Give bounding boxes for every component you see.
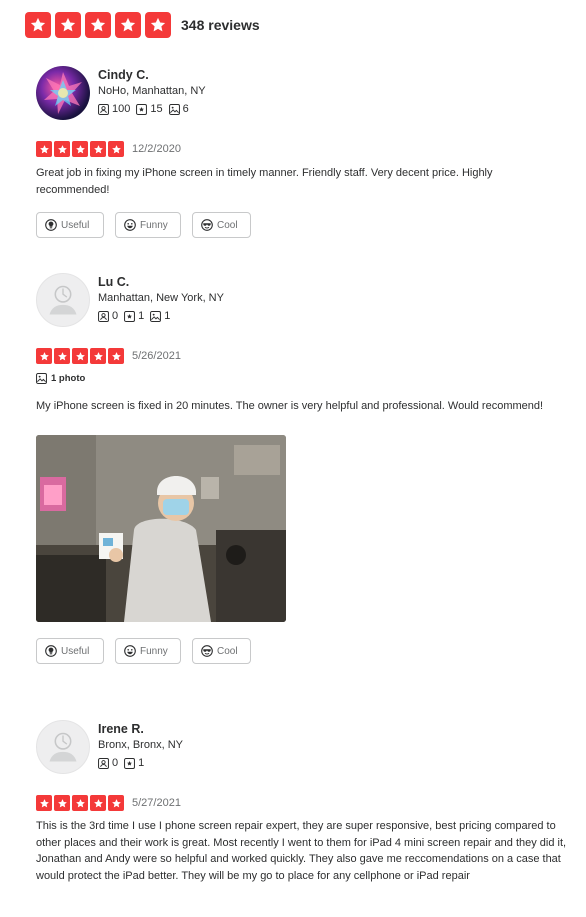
friends-icon: [98, 758, 109, 769]
reaction-buttons: Useful Funny Cool: [36, 212, 576, 238]
review-date: 5/27/2021: [132, 797, 181, 809]
photos-count: 1: [164, 310, 171, 322]
star-icon: [36, 141, 52, 157]
useful-label: Useful: [61, 219, 90, 231]
cool-button[interactable]: Cool: [192, 638, 251, 664]
reviews-icon: [124, 311, 135, 322]
reviews-count: 1: [138, 310, 145, 322]
reviews-icon: [136, 104, 147, 115]
avatar-image: [44, 72, 82, 114]
star-icon: [55, 12, 81, 38]
photo-count-label: 1 photo: [51, 373, 86, 384]
cool-button[interactable]: Cool: [192, 212, 251, 238]
useful-button[interactable]: Useful: [36, 638, 104, 664]
friends-count: 100: [112, 103, 131, 115]
star-icon: [72, 141, 88, 157]
review-rating: 5/27/2021: [36, 795, 576, 811]
useful-label: Useful: [61, 645, 90, 657]
friends-icon: [98, 104, 109, 115]
star-icon: [54, 348, 70, 364]
friends-count: 0: [112, 310, 119, 322]
overall-star-rating: [25, 12, 171, 38]
reviewer-stats: 0 1 1: [98, 308, 224, 324]
star-icon: [108, 348, 124, 364]
star-icon: [36, 348, 52, 364]
review-item: Irene R. Bronx, Bronx, NY 0 1 5/27/2021 …: [36, 720, 576, 884]
reviewer-location: NoHo, Manhattan, NY: [98, 85, 206, 97]
star-icon: [72, 348, 88, 364]
useful-icon: [45, 219, 57, 231]
photos-icon: [169, 104, 180, 115]
reviews-icon: [124, 758, 135, 769]
reaction-buttons: Useful Funny Cool: [36, 638, 576, 664]
reviews-count: 1: [138, 757, 145, 769]
review-rating: 5/26/2021: [36, 348, 576, 364]
reviewer: Irene R. Bronx, Bronx, NY 0 1: [36, 720, 576, 774]
cool-icon: [201, 645, 213, 657]
reviewer: Lu C. Manhattan, New York, NY 0 1 1: [36, 273, 576, 327]
review-text: This is the 3rd time I use I phone scree…: [36, 820, 567, 882]
rating-summary: 348 reviews: [25, 12, 260, 38]
star-rating: [36, 141, 124, 157]
reviewer-location: Manhattan, New York, NY: [98, 292, 224, 304]
star-icon: [54, 141, 70, 157]
review-text: My iPhone screen is fixed in 20 minutes.…: [36, 400, 544, 412]
default-avatar-icon: [37, 273, 89, 327]
default-avatar-icon: [37, 720, 89, 774]
review-text: Great job in fixing my iPhone screen in …: [36, 167, 493, 196]
star-icon: [108, 795, 124, 811]
star-icon: [90, 141, 106, 157]
reviewer-stats: 0 1: [98, 755, 183, 771]
review-date: 12/2/2020: [132, 143, 181, 155]
friends-count: 0: [112, 757, 119, 769]
star-rating: [36, 348, 124, 364]
review-rating: 12/2/2020: [36, 141, 576, 157]
photos-count: 6: [182, 103, 189, 115]
friends-icon: [98, 311, 109, 322]
review-photo-image: [36, 435, 286, 622]
reviewer-name[interactable]: Cindy C.: [98, 67, 206, 83]
cool-icon: [201, 219, 213, 231]
reviewer-stats: 100 15 6: [98, 101, 206, 117]
review-count[interactable]: 348 reviews: [181, 17, 260, 33]
review-date: 5/26/2021: [132, 350, 181, 362]
reviewer-name[interactable]: Lu C.: [98, 274, 224, 290]
reviews-count: 15: [150, 103, 163, 115]
reviewer-name[interactable]: Irene R.: [98, 721, 183, 737]
star-icon: [85, 12, 111, 38]
funny-button[interactable]: Funny: [115, 638, 181, 664]
funny-icon: [124, 219, 136, 231]
star-icon: [115, 12, 141, 38]
avatar[interactable]: [36, 720, 90, 774]
star-icon: [90, 795, 106, 811]
star-icon: [145, 12, 171, 38]
review-item: Lu C. Manhattan, New York, NY 0 1 1 5/26…: [36, 273, 576, 664]
useful-button[interactable]: Useful: [36, 212, 104, 238]
star-icon: [108, 141, 124, 157]
star-icon: [90, 348, 106, 364]
photo-count-link[interactable]: 1 photo: [36, 373, 576, 384]
photo-icon: [36, 373, 47, 384]
funny-label: Funny: [140, 645, 168, 657]
review-item: Cindy C. NoHo, Manhattan, NY 100 15 6 12…: [36, 66, 576, 238]
reviewer-location: Bronx, Bronx, NY: [98, 739, 183, 751]
star-icon: [72, 795, 88, 811]
avatar[interactable]: [36, 273, 90, 327]
star-icon: [25, 12, 51, 38]
star-icon: [36, 795, 52, 811]
funny-label: Funny: [140, 219, 168, 231]
cool-label: Cool: [217, 219, 238, 231]
funny-button[interactable]: Funny: [115, 212, 181, 238]
star-icon: [54, 795, 70, 811]
avatar[interactable]: [36, 66, 90, 120]
useful-icon: [45, 645, 57, 657]
reviewer: Cindy C. NoHo, Manhattan, NY 100 15 6: [36, 66, 576, 120]
star-rating: [36, 795, 124, 811]
funny-icon: [124, 645, 136, 657]
review-photo[interactable]: [36, 435, 286, 622]
cool-label: Cool: [217, 645, 238, 657]
photos-icon: [150, 311, 161, 322]
